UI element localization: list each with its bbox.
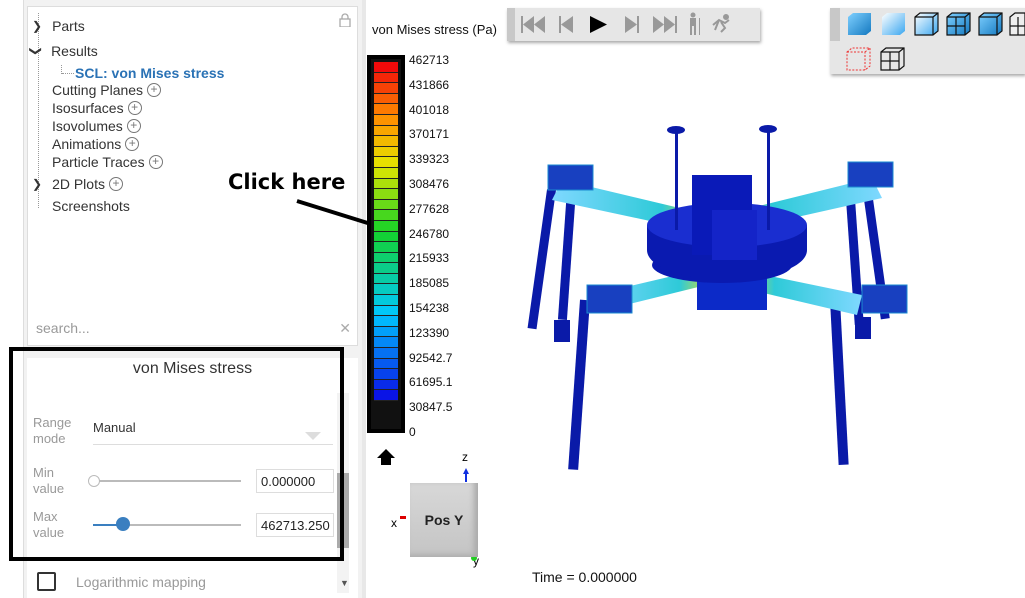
- legend-color-band: [374, 125, 398, 137]
- playback-toolbar: [507, 8, 760, 41]
- legend-tick-label: 123390: [409, 325, 450, 340]
- tree-item-isovolumes[interactable]: Isovolumes +: [52, 118, 141, 134]
- legend-color-band: [374, 295, 398, 306]
- legend-tick-label: 308476: [409, 177, 450, 191]
- tree-search-input[interactable]: search... ✕: [36, 320, 351, 336]
- wireframe-points-button[interactable]: [846, 47, 871, 71]
- legend-color-band: [374, 157, 398, 168]
- legend-color-band: [374, 104, 398, 115]
- tree-item-2d-plots[interactable]: ❯ 2D Plots +: [32, 176, 123, 192]
- 3d-viewport[interactable]: von Mises stress (Pa) Click here z x y P…: [228, 0, 1025, 598]
- shaded-mesh-button[interactable]: [946, 12, 971, 36]
- legend-color-band: [374, 220, 398, 232]
- chevron-right-icon[interactable]: ❯: [32, 19, 42, 33]
- previous-frame-button[interactable]: [559, 16, 573, 33]
- legend-tick-label: 277628: [409, 201, 450, 216]
- legend-color-band: [374, 252, 398, 264]
- lock-icon[interactable]: [339, 13, 351, 32]
- legend-color-band: [374, 146, 398, 158]
- drone-model[interactable]: [512, 120, 932, 480]
- chevron-down-icon[interactable]: ❯: [29, 46, 43, 56]
- add-icon[interactable]: +: [148, 155, 163, 169]
- legend-color-band: [374, 136, 398, 147]
- legend-color-band: [374, 273, 398, 285]
- legend-color-band: [374, 83, 398, 94]
- legend-color-band: [374, 326, 398, 338]
- shaded-light-button[interactable]: [882, 13, 905, 35]
- add-icon[interactable]: +: [126, 119, 141, 133]
- legend-color-band: [374, 284, 398, 296]
- legend-color-band: [374, 199, 398, 211]
- legend-tick-label: 339323: [409, 152, 450, 167]
- orientation-cube[interactable]: Pos Y: [410, 483, 478, 557]
- tree-item-results[interactable]: ❯ Results: [29, 43, 98, 59]
- legend-color-band: [374, 167, 398, 179]
- legend-tick-label: 431866: [409, 77, 450, 92]
- run-icon[interactable]: [712, 14, 730, 33]
- mesh-hidden-button[interactable]: [1009, 12, 1025, 36]
- shaded-button[interactable]: [848, 13, 871, 35]
- shaded-edges-button[interactable]: [978, 12, 1003, 36]
- play-button[interactable]: [590, 16, 607, 33]
- add-icon[interactable]: +: [127, 101, 142, 115]
- wireframe-mesh-button[interactable]: [880, 47, 905, 71]
- legend-color-band: [374, 305, 398, 317]
- legend-tick-label: 154238: [409, 301, 450, 315]
- legend-color-band: [374, 189, 398, 200]
- legend-tick-label: 370171: [409, 127, 450, 142]
- walk-icon[interactable]: [690, 12, 700, 36]
- legend-tick-label: 185085: [409, 276, 450, 291]
- legend-tick-label: 246780: [409, 226, 450, 241]
- tree-item-isosurfaces[interactable]: Isosurfaces +: [52, 100, 142, 116]
- tree-item-screenshots[interactable]: Screenshots: [52, 198, 130, 214]
- last-frame-button[interactable]: [653, 16, 677, 33]
- add-icon[interactable]: +: [125, 137, 140, 151]
- tree-item-scl-von-mises[interactable]: SCL: von Mises stress: [75, 65, 224, 81]
- legend-color-band: [374, 390, 398, 401]
- legend-tick-label: 61695.1: [409, 375, 453, 390]
- legend-color-band: [374, 231, 398, 243]
- view-mode-toolbar: [830, 8, 1025, 74]
- legend-color-band: [374, 114, 398, 126]
- log-mapping-checkbox[interactable]: [37, 572, 56, 591]
- legend-color-band: [374, 62, 398, 73]
- home-view-icon[interactable]: [376, 448, 396, 471]
- legend-tick-label: 0: [409, 425, 416, 439]
- tree-item-parts[interactable]: ❯ Parts: [32, 18, 85, 34]
- highlight-box: [9, 347, 344, 561]
- tree-item-animations[interactable]: Animations +: [52, 136, 140, 152]
- legend-color-band: [374, 242, 398, 253]
- legend-tick-label: 462713: [409, 53, 450, 67]
- legend-color-band: [374, 348, 398, 359]
- legend-color-band: [374, 369, 398, 380]
- legend-color-band: [374, 263, 398, 274]
- scroll-down-icon[interactable]: ▼: [340, 578, 349, 588]
- add-icon[interactable]: +: [108, 177, 123, 191]
- tree-item-cutting-planes[interactable]: Cutting Planes +: [52, 82, 162, 98]
- tree-item-particle-traces[interactable]: Particle Traces +: [52, 154, 163, 170]
- legend-color-band: [374, 337, 398, 349]
- shaded-outline-button[interactable]: [914, 12, 939, 36]
- legend-tick-label: 401018: [409, 102, 450, 117]
- legend-tick-label: 92542.7: [409, 350, 453, 365]
- annotation-text: Click here: [228, 170, 346, 194]
- time-label: Time = 0.000000: [532, 569, 637, 585]
- first-frame-button[interactable]: [521, 16, 545, 33]
- chevron-right-icon[interactable]: ❯: [32, 177, 42, 191]
- legend-color-band: [374, 316, 398, 327]
- legend-tick-label: 215933: [409, 251, 450, 266]
- legend-color-band: [374, 358, 398, 370]
- legend-title: von Mises stress (Pa): [372, 22, 497, 37]
- color-legend-bar[interactable]: [367, 55, 405, 433]
- legend-tick-label: 30847.5: [409, 400, 453, 415]
- legend-color-band: [374, 72, 398, 84]
- next-frame-button[interactable]: [625, 16, 639, 33]
- clear-icon[interactable]: ✕: [339, 320, 351, 337]
- legend-color-band: [374, 93, 398, 105]
- add-icon[interactable]: +: [147, 83, 162, 97]
- legend-color-band: [374, 178, 398, 190]
- legend-color-band: [374, 210, 398, 221]
- legend-color-band: [374, 379, 398, 391]
